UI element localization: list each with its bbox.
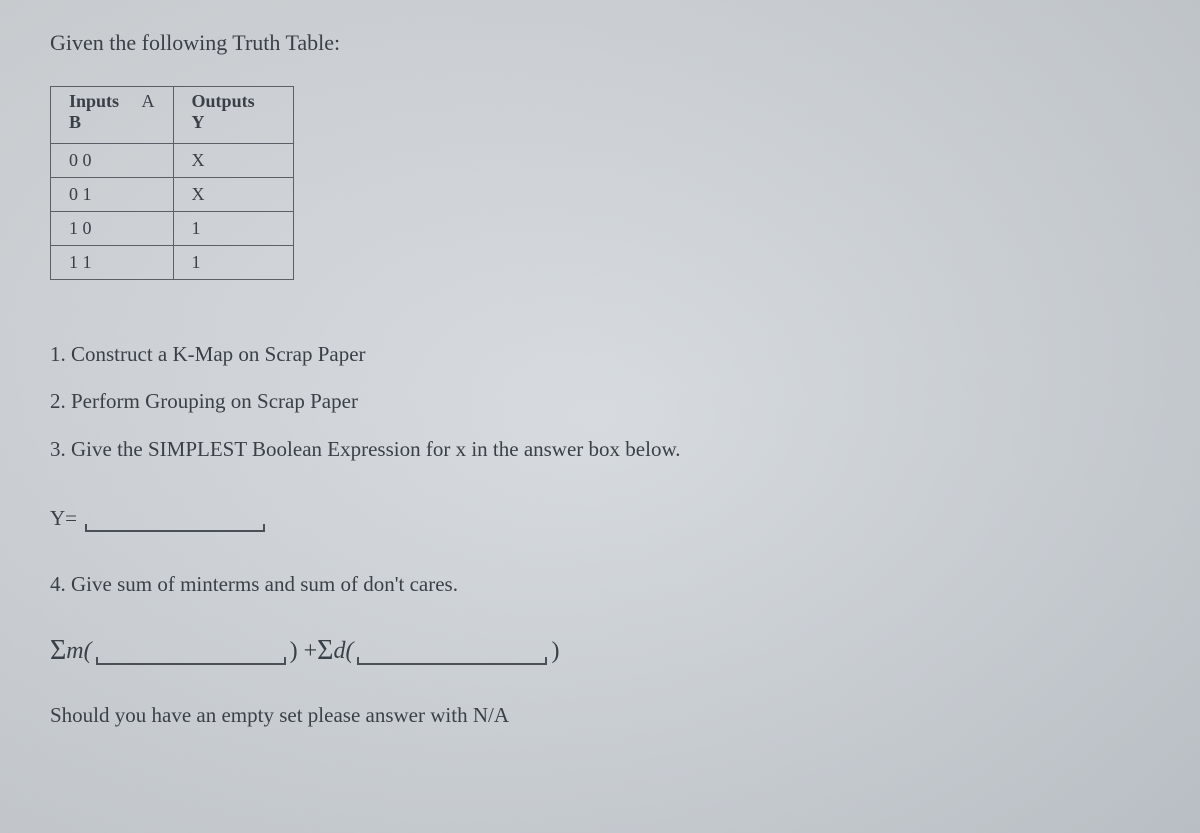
table-row: 1 1 1 [51, 246, 294, 280]
cell-output: X [173, 144, 293, 178]
m-label: m( [66, 638, 91, 665]
header-outputs-label: Outputs [192, 91, 255, 111]
y-label: Y= [50, 506, 77, 531]
y-input[interactable] [85, 504, 265, 532]
instructions-block: 1. Construct a K-Map on Scrap Paper 2. P… [50, 340, 1150, 464]
instruction-step1: 1. Construct a K-Map on Scrap Paper [50, 340, 1150, 369]
truth-table: Inputs A B Outputs Y 0 0 X 0 1 X 1 0 1 1… [50, 86, 294, 280]
table-row: 0 0 X [51, 144, 294, 178]
instruction-step3: 3. Give the SIMPLEST Boolean Expression … [50, 435, 1150, 464]
answer-y-line: Y= [50, 504, 1150, 532]
cell-input: 1 1 [51, 246, 174, 280]
close-paren-2: ) [551, 638, 559, 665]
header-a: A [142, 91, 155, 111]
sigma-icon: Σ [50, 635, 66, 667]
page-title: Given the following Truth Table: [50, 30, 1150, 56]
instruction-step4: 4. Give sum of minterms and sum of don't… [50, 572, 1150, 597]
sigma-icon: Σ [317, 635, 333, 667]
header-y: Y [192, 112, 205, 132]
cell-output: X [173, 178, 293, 212]
cell-output: 1 [173, 212, 293, 246]
cell-output: 1 [173, 246, 293, 280]
cell-input: 1 0 [51, 212, 174, 246]
cell-input: 0 0 [51, 144, 174, 178]
d-label: d( [333, 638, 353, 665]
header-inputs-label: Inputs [69, 91, 119, 111]
header-b: B [69, 112, 81, 132]
table-row: 1 0 1 [51, 212, 294, 246]
dontcares-input[interactable] [357, 637, 547, 665]
table-row: 0 1 X [51, 178, 294, 212]
cell-input: 0 1 [51, 178, 174, 212]
formula-line: Σ m( ) + Σ d( ) [50, 635, 1150, 667]
close-plus: ) + [290, 638, 318, 665]
minterms-input[interactable] [96, 637, 286, 665]
instruction-step2: 2. Perform Grouping on Scrap Paper [50, 387, 1150, 416]
empty-set-note: Should you have an empty set please answ… [50, 703, 1150, 728]
